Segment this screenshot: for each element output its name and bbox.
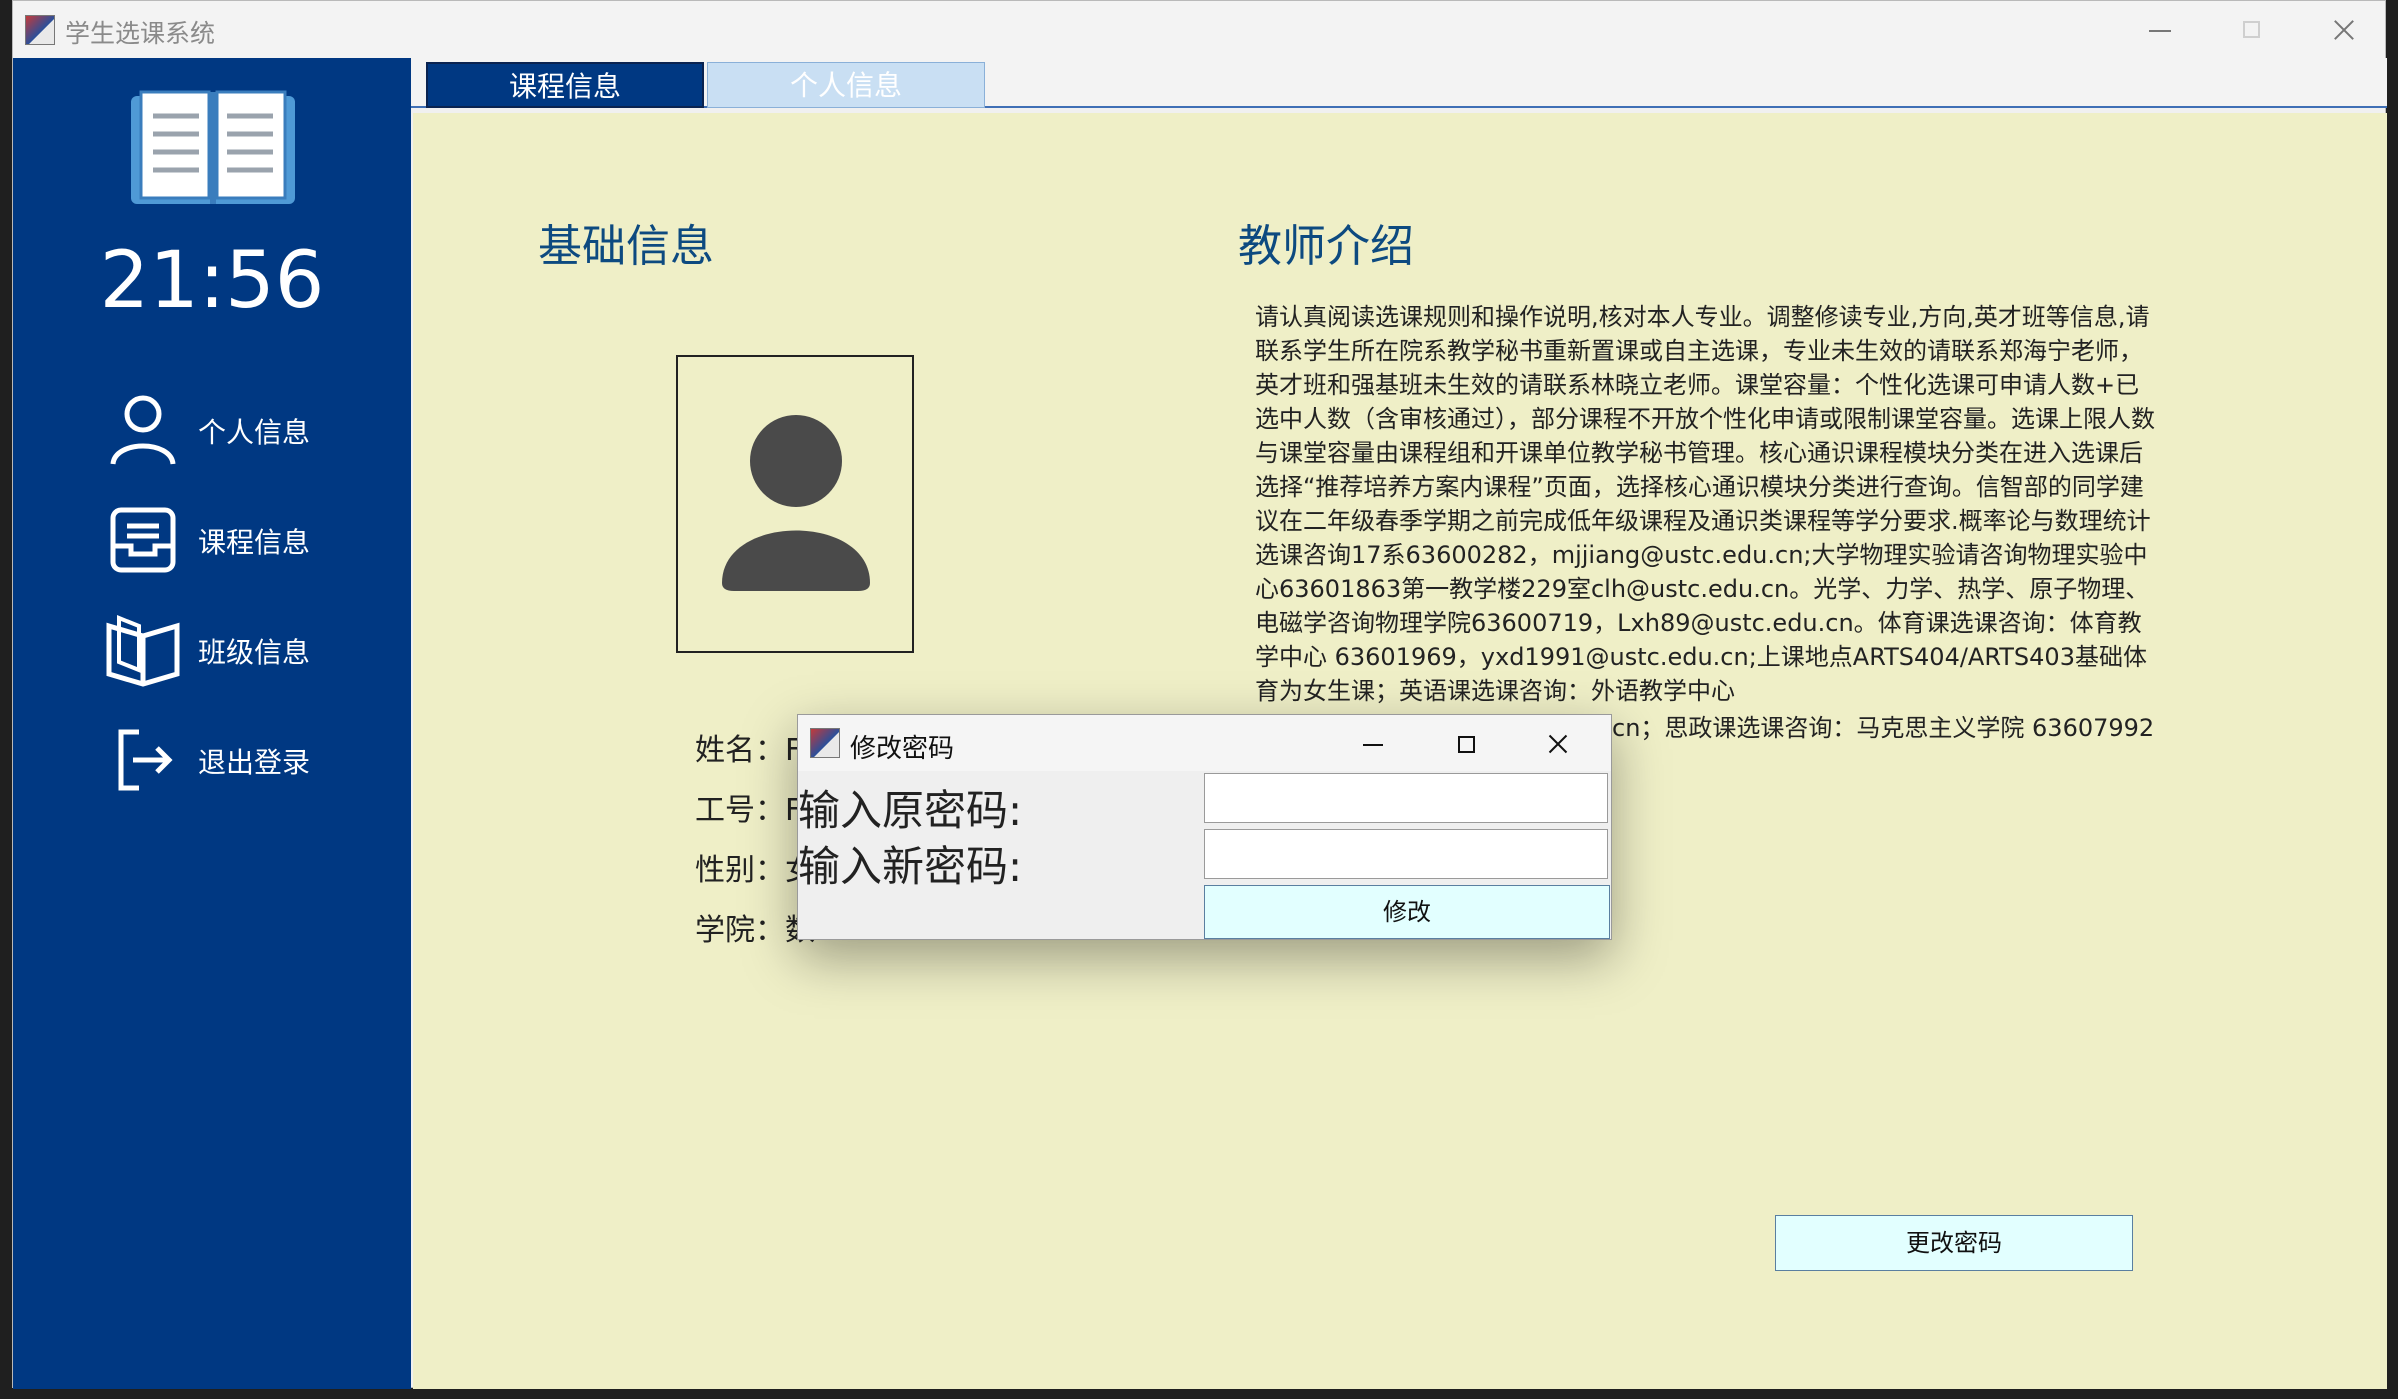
book-logo-icon	[131, 90, 295, 204]
dialog-title-bar: 修改密码	[798, 715, 1611, 771]
teacher-intro-text: 请认真阅读选课规则和操作说明,核对本人专业。调整修读专业,方向,英才班等信息,请…	[1255, 303, 2155, 705]
change-password-button[interactable]: 更改密码	[1775, 1215, 2133, 1271]
title-bar: 学生选课系统	[13, 1, 2385, 58]
user-icon	[110, 395, 176, 465]
dialog-maximize-button[interactable]	[1446, 727, 1486, 761]
app-icon	[810, 728, 840, 758]
sidebar-item-label: 课程信息	[198, 526, 311, 559]
clock: 21:56	[99, 236, 325, 326]
window-title: 学生选课系统	[65, 19, 216, 48]
tab-personal-info[interactable]: 个人信息	[707, 62, 985, 108]
new-password-input[interactable]	[1204, 829, 1608, 879]
minimize-button[interactable]	[2135, 11, 2185, 49]
open-book-icon	[106, 615, 180, 687]
sidebar-item-label: 退出登录	[198, 746, 311, 779]
info-staff-id: 工号：F	[695, 793, 803, 828]
sidebar-item-logout[interactable]: 退出登录	[103, 718, 393, 798]
sidebar-item-label: 班级信息	[198, 636, 311, 669]
old-password-label: 输入原密码:	[798, 786, 1023, 835]
teacher-intro-tail: cn；思政课选课咨询：马克思主义学院 63607992	[1612, 714, 2155, 742]
dialog-minimize-button[interactable]	[1353, 727, 1393, 761]
logout-icon	[118, 729, 173, 791]
tab-course-info[interactable]: 课程信息	[426, 62, 704, 108]
info-name: 姓名：F	[695, 733, 803, 768]
new-password-label: 输入新密码:	[798, 842, 1023, 891]
profile-photo	[676, 355, 914, 653]
basic-info-heading: 基础信息	[538, 221, 714, 272]
submit-change-button[interactable]: 修改	[1204, 885, 1610, 939]
teacher-intro-heading: 教师介绍	[1238, 221, 1414, 272]
inbox-tray-icon	[110, 507, 176, 573]
dialog-close-button[interactable]	[1538, 727, 1578, 761]
dialog-title: 修改密码	[850, 734, 955, 764]
close-button[interactable]	[2319, 11, 2369, 49]
sidebar-item-course-info[interactable]: 课程信息	[103, 498, 393, 578]
sidebar-item-personal-info[interactable]: 个人信息	[103, 388, 393, 468]
maximize-button[interactable]	[2227, 11, 2277, 49]
sidebar-item-label: 个人信息	[198, 416, 311, 449]
tab-strip: 课程信息 个人信息	[411, 58, 2387, 108]
old-password-input[interactable]	[1204, 773, 1608, 823]
app-icon	[25, 15, 55, 45]
sidebar-item-class-info[interactable]: 班级信息	[103, 608, 393, 688]
user-avatar-icon	[722, 415, 870, 591]
sidebar: 21:56 个人信息 课程信息 班级信息 退出登录	[13, 58, 411, 1389]
change-password-dialog: 修改密码 输入原密码: 输入新密码: 修改	[797, 714, 1612, 940]
